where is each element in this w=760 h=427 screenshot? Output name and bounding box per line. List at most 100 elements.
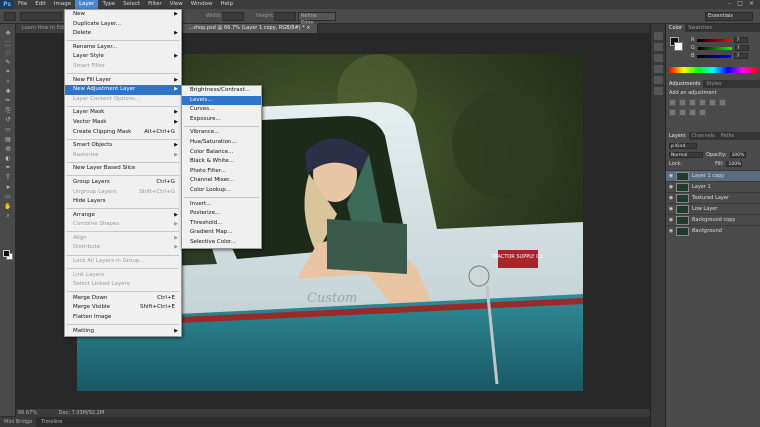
adjustment-menu-item-levels[interactable]: Levels...	[182, 95, 261, 106]
selection-mode-buttons[interactable]	[20, 12, 62, 21]
maximize-icon[interactable]: □	[737, 0, 743, 7]
doc-size[interactable]: Doc: 7.03M/92.2M	[59, 410, 105, 416]
layer-menu-item-vector-mask[interactable]: Vector Mask ▶	[65, 118, 181, 128]
adjustment-menu-item-color-balance[interactable]: Color Balance...	[182, 148, 261, 158]
menu-file[interactable]: File	[14, 0, 31, 9]
gradient-tool-icon[interactable]: ▤	[3, 136, 13, 144]
b-slider[interactable]	[697, 54, 732, 58]
tool-preset-picker[interactable]	[4, 12, 16, 21]
blend-mode-select[interactable]: Normal	[669, 151, 703, 158]
history-brush-tool-icon[interactable]: ↺	[3, 116, 13, 124]
tab-mini-bridge[interactable]: Mini Bridge	[0, 417, 37, 427]
tab-layers[interactable]: Layers	[666, 132, 689, 140]
layer-menu-item-create-clipping-mask[interactable]: Create Clipping Mask Alt+Ctrl+G	[65, 128, 181, 138]
menu-image[interactable]: Image	[50, 0, 75, 9]
g-slider[interactable]	[697, 46, 732, 50]
clone-stamp-tool-icon[interactable]: ⎘	[3, 107, 13, 115]
adjustment-menu-item-brightness-contrast[interactable]: Brightness/Contrast...	[182, 86, 261, 96]
curves-adjustment-icon[interactable]	[689, 99, 696, 106]
eye-icon[interactable]: ◉	[666, 195, 676, 201]
layer-menu-item-smart-objects[interactable]: Smart Objects ▶	[65, 141, 181, 151]
menu-select[interactable]: Select	[119, 0, 144, 9]
layer-menu-item-merge-visible[interactable]: Merge Visible Shift+Ctrl+E	[65, 303, 181, 313]
layer-menu-item-rename-layer[interactable]: Rename Layer...	[65, 43, 181, 53]
tab-adjustments[interactable]: Adjustments	[666, 80, 704, 88]
layer-menu-item-hide-layers[interactable]: Hide Layers	[65, 197, 181, 207]
layer-menu-item-duplicate-layer[interactable]: Duplicate Layer...	[65, 20, 181, 30]
brightness-adjustment-icon[interactable]	[669, 99, 676, 106]
layer-row[interactable]: ◉ Textured Layer	[666, 192, 760, 203]
tab-channels[interactable]: Channels	[689, 132, 718, 140]
quick-select-tool-icon[interactable]: ✎	[3, 59, 13, 67]
properties-panel-icon[interactable]	[654, 43, 663, 51]
zoom-level[interactable]: 66.67%	[18, 410, 37, 416]
move-tool-icon[interactable]: ✥	[3, 30, 13, 38]
pen-tool-icon[interactable]: ✒	[3, 164, 13, 172]
eye-icon[interactable]: ◉	[666, 228, 676, 234]
menu-layer[interactable]: Layer	[75, 0, 99, 9]
hand-tool-icon[interactable]: ✋	[3, 203, 13, 211]
menu-view[interactable]: View	[166, 0, 187, 9]
foreground-color-swatch[interactable]	[3, 250, 10, 257]
eyedropper-tool-icon[interactable]: ⌁	[3, 78, 13, 86]
character-panel-icon[interactable]	[654, 65, 663, 73]
layer-row[interactable]: ◉ Background	[666, 225, 760, 236]
background-swatch[interactable]	[674, 42, 683, 51]
adjustment-menu-item-hue-saturation[interactable]: Hue/Saturation...	[182, 138, 261, 148]
width-input[interactable]	[222, 12, 244, 21]
adjustment-menu-item-curves[interactable]: Curves...	[182, 105, 261, 115]
layer-menu-item-new-adjustment-layer[interactable]: New Adjustment Layer ▶	[65, 85, 181, 95]
r-value[interactable]: 7	[734, 37, 749, 43]
paragraph-panel-icon[interactable]	[654, 76, 663, 84]
tab-color[interactable]: Color	[666, 24, 686, 32]
fill-input[interactable]: 100%	[726, 160, 743, 167]
eye-icon[interactable]: ◉	[666, 206, 676, 212]
eraser-tool-icon[interactable]: ▭	[3, 126, 13, 134]
menu-edit[interactable]: Edit	[31, 0, 50, 9]
zoom-tool-icon[interactable]: ⌕	[3, 212, 13, 220]
menu-type[interactable]: Type	[98, 0, 119, 9]
layer-menu-item-group-layers[interactable]: Group Layers Ctrl+G	[65, 178, 181, 188]
close-icon[interactable]: ×	[749, 0, 754, 7]
r-slider[interactable]	[697, 38, 732, 42]
color-balance-adjustment-icon[interactable]	[679, 109, 686, 116]
adjustment-menu-item-posterize[interactable]: Posterize...	[182, 209, 261, 219]
layer-menu-item-layer-mask[interactable]: Layer Mask ▶	[65, 108, 181, 118]
layer-menu-item-delete[interactable]: Delete ▶	[65, 29, 181, 39]
adjustment-menu-item-color-lookup[interactable]: Color Lookup...	[182, 186, 261, 196]
refine-edge-button[interactable]: Refine Edge...	[298, 12, 336, 26]
photo-filter-adjustment-icon[interactable]	[699, 109, 706, 116]
eye-icon[interactable]: ◉	[666, 217, 676, 223]
adjustment-menu-item-exposure[interactable]: Exposure...	[182, 115, 261, 125]
layer-menu-item-arrange[interactable]: Arrange ▶	[65, 211, 181, 221]
levels-adjustment-icon[interactable]	[679, 99, 686, 106]
menu-window[interactable]: Window	[187, 0, 217, 9]
type-tool-icon[interactable]: T	[3, 174, 13, 182]
blur-tool-icon[interactable]: ◍	[3, 145, 13, 153]
adjustment-menu-item-gradient-map[interactable]: Gradient Map...	[182, 228, 261, 238]
adjustment-menu-item-photo-filter[interactable]: Photo Filter...	[182, 167, 261, 177]
adjustment-menu-item-black-white[interactable]: Black & White...	[182, 157, 261, 167]
brush-tool-icon[interactable]: ✏	[3, 97, 13, 105]
layer-menu-item-new-fill-layer[interactable]: New Fill Layer ▶	[65, 76, 181, 86]
hue-sat-adjustment-icon[interactable]	[669, 109, 676, 116]
crop-tool-icon[interactable]: ⌗	[3, 68, 13, 76]
layer-row[interactable]: ◉ Low Layer	[666, 203, 760, 214]
layer-menu-item-flatten-image[interactable]: Flatten Image	[65, 313, 181, 323]
adjustment-menu-item-vibrance[interactable]: Vibrance...	[182, 128, 261, 138]
height-input[interactable]	[274, 12, 296, 21]
eye-icon[interactable]: ◉	[666, 173, 676, 179]
layer-menu-item-layer-style[interactable]: Layer Style ▶	[65, 52, 181, 62]
actions-panel-icon[interactable]	[654, 87, 663, 95]
g-value[interactable]: 7	[734, 45, 749, 51]
menu-filter[interactable]: Filter	[144, 0, 166, 9]
tab-paths[interactable]: Paths	[718, 132, 738, 140]
layer-menu-item-merge-down[interactable]: Merge Down Ctrl+E	[65, 294, 181, 304]
b-value[interactable]: 7	[734, 53, 749, 59]
shape-tool-icon[interactable]: ▭	[3, 193, 13, 201]
color-spectrum[interactable]	[669, 67, 757, 73]
layer-row[interactable]: ◉ Layer 1	[666, 181, 760, 192]
adjustment-menu-item-invert[interactable]: Invert...	[182, 200, 261, 210]
layer-menu-item-new[interactable]: New ▶	[65, 10, 181, 20]
layer-row[interactable]: ◉ Background copy	[666, 214, 760, 225]
